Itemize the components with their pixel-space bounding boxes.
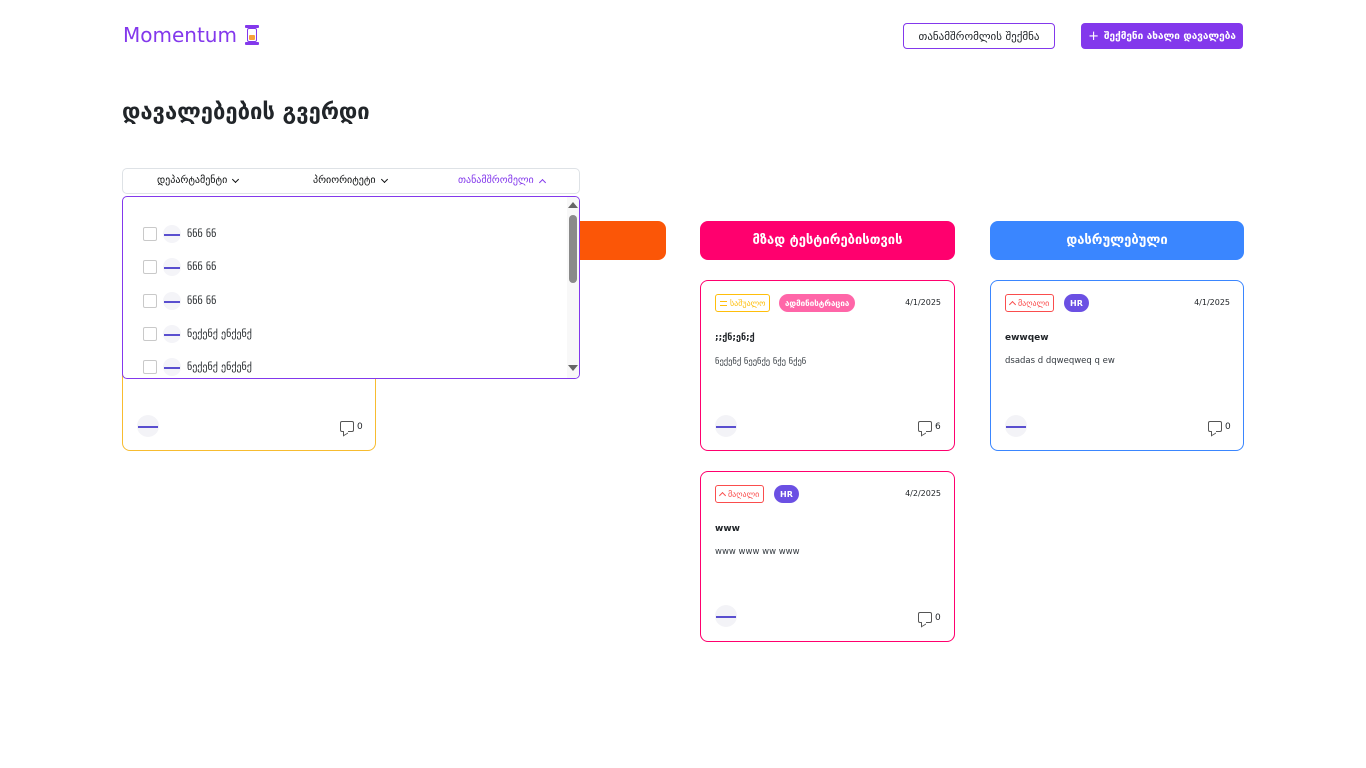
comment-icon [918,612,932,623]
comments-number: 0 [935,612,941,623]
task-title: ;;ქნ;ენ;ქ [715,333,755,343]
checkbox[interactable] [143,327,157,341]
checkbox[interactable] [143,227,157,241]
scroll-down-arrow-icon[interactable] [568,365,578,371]
priority-badge: მაღალი [1005,294,1055,312]
checkbox[interactable] [143,260,157,274]
page-title: დავალებების გვერდი [122,100,370,125]
comments-number: 0 [357,421,363,432]
task-card[interactable]: მაღალი HR 4/1/2025 ewwqew dsadas d dqweq… [990,280,1244,451]
column-header-ready-for-testing: მზად ტესტირებისთვის [700,221,955,260]
hourglass-icon [243,25,261,45]
comment-icon [340,421,354,432]
dropdown-option[interactable]: ნნნ ნნ [143,225,216,243]
department-filter-label: დეპარტამენტი [157,175,228,186]
checkbox[interactable] [143,360,157,374]
department-badge: HR [774,485,799,503]
checkbox[interactable] [143,294,157,308]
priority-label: მაღალი [1018,298,1050,308]
task-card[interactable]: საშუალო ადმინისტრაცია 4/1/2025 ;;ქნ;ენ;ქ… [700,280,955,451]
comment-icon [918,421,932,432]
due-date: 4/1/2025 [1194,298,1230,307]
scroll-up-arrow-icon[interactable] [568,202,578,208]
comments-number: 6 [935,421,941,432]
task-description: www www ww www [715,547,800,557]
avatar [1005,415,1027,437]
comment-icon [1208,421,1222,432]
priority-label: მაღალი [728,489,760,499]
employee-name: ნნნ ნნ [187,295,217,307]
comments-count: 0 [340,421,363,432]
priority-label: საშუალო [730,298,766,308]
due-date: 4/1/2025 [905,298,941,307]
avatar [715,605,737,627]
scrollbar-thumb[interactable] [569,215,577,283]
dropdown-option[interactable]: ნნნ ნნ [143,258,216,276]
avatar [163,358,181,376]
task-description: ნექენქ ნეენქე ნქე ნქენ [715,357,807,367]
task-title: ewwqew [1005,333,1049,343]
employee-name: ნნნ ნნ [187,261,217,273]
employee-name: ნექენქ ენქენქ [187,328,252,340]
priority-filter-label: პრიორიტეტი [313,175,376,186]
logo-text: Momentum [123,23,237,47]
avatar [715,415,737,437]
dropdown-option[interactable]: ნექენქ ენქენქ [143,358,252,376]
comments-count: 6 [918,421,941,432]
avatar [163,325,181,343]
comments-count: 0 [918,612,941,623]
priority-badge: საშუალო [715,294,771,312]
task-description: dsadas d dqweqweq q ew [1005,356,1115,366]
avatar [163,225,181,243]
department-filter[interactable]: დეპარტამენტი [157,175,240,186]
department-badge: ადმინისტრაცია [779,294,856,312]
medium-priority-icon [720,300,727,306]
avatar [163,292,181,310]
create-employee-button[interactable]: თანამშრომლის შექმნა [903,23,1055,49]
dropdown-option[interactable]: ნექენქ ენქენქ [143,325,252,343]
priority-badge: მაღალი [715,485,765,503]
create-task-button[interactable]: + შექმენი ახალი დავალება [1081,23,1243,49]
high-priority-icon [1008,300,1017,309]
high-priority-icon [718,491,727,500]
column-header-done: დასრულებული [990,221,1244,260]
chevron-down-icon [380,175,388,183]
employee-name: ნნნ ნნ [187,228,217,240]
chevron-up-icon [538,178,546,186]
employee-name: ნექენქ ენქენქ [187,361,252,373]
priority-filter[interactable]: პრიორიტეტი [313,175,388,186]
comments-number: 0 [1225,421,1231,432]
task-card[interactable]: მაღალი HR 4/2/2025 www www www ww www 0 [700,471,955,642]
column-title: დასრულებული [1066,233,1168,248]
column-title: მზად ტესტირებისთვის [752,233,903,248]
comments-count: 0 [1208,421,1231,432]
app-logo[interactable]: Momentum [123,23,261,47]
create-task-label: შექმენი ახალი დავალება [1104,30,1236,42]
task-title: www [715,524,740,534]
plus-icon: + [1088,28,1100,44]
employee-filter-label: თანამშრომელი [458,175,534,186]
chevron-down-icon [232,175,240,183]
filter-bar: დეპარტამენტი პრიორიტეტი თანამშრომელი [122,168,580,194]
dropdown-option[interactable]: ნნნ ნნ [143,292,216,310]
avatar [137,415,159,437]
department-badge: HR [1064,294,1089,312]
employee-filter[interactable]: თანამშრომელი [458,175,546,186]
avatar [163,258,181,276]
employee-dropdown: ნნნ ნნ ნნნ ნნ ნნნ ნნ ნექენქ ენქენქ ნექენ… [122,196,580,379]
due-date: 4/2/2025 [905,489,941,498]
